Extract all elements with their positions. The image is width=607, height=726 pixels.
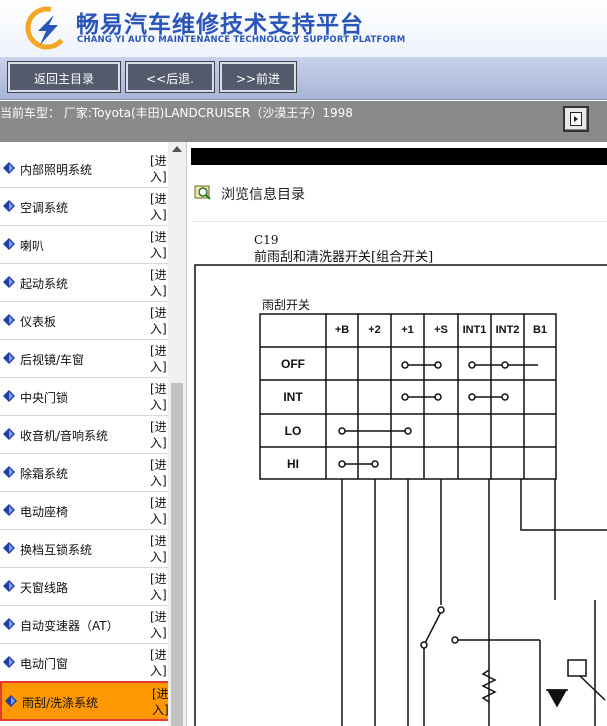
table-row-label: OFF bbox=[281, 357, 305, 371]
table-column-header: +S bbox=[434, 324, 448, 336]
sidebar-item[interactable]: 换档互锁系统 [进入] bbox=[0, 530, 168, 568]
sidebar-item[interactable]: 后视镜/车窗 [进入] bbox=[0, 340, 168, 378]
sidebar-item-label: 电动门窗 bbox=[20, 657, 69, 671]
arrow-right-icon bbox=[574, 116, 578, 122]
table-row-label: LO bbox=[284, 424, 302, 438]
sidebar-item[interactable]: 空调系统 [进入] bbox=[0, 188, 168, 226]
sidebar-item[interactable]: 收音机/音响系统 [进入] bbox=[0, 416, 168, 454]
sidebar-item[interactable]: 自动变速器（AT） [进入] bbox=[0, 606, 168, 644]
enter-link[interactable]: [进入] bbox=[150, 229, 168, 261]
enter-link[interactable]: [进入] bbox=[150, 419, 168, 451]
browse-folder-icon bbox=[194, 185, 211, 200]
sidebar-item-label: 内部照明系统 bbox=[20, 163, 93, 177]
scrollbar-thumb[interactable] bbox=[171, 383, 183, 726]
toolbar: 返回主目录 <<后退. >>前进 bbox=[0, 58, 607, 100]
sidebar-item-label: 空调系统 bbox=[20, 201, 69, 215]
back-button[interactable]: <<后退. bbox=[125, 61, 215, 93]
diamond-arrow-icon bbox=[3, 656, 15, 668]
enter-link[interactable]: [进入] bbox=[150, 153, 168, 185]
divider bbox=[191, 221, 607, 222]
sidebar-item-label: 天窗线路 bbox=[20, 581, 69, 595]
diamond-arrow-icon bbox=[3, 390, 15, 402]
brand-title: 畅易汽车维修技术支持平台 bbox=[76, 12, 364, 38]
sidebar-item[interactable]: 起动系统 [进入] bbox=[0, 264, 168, 302]
enter-link[interactable]: [进入] bbox=[150, 571, 168, 603]
brand-subtitle: CHANG YI AUTO MAINTENANCE TECHNOLOGY SUP… bbox=[77, 35, 406, 45]
enter-link[interactable]: [进入] bbox=[150, 343, 168, 375]
enter-link[interactable]: [进入] bbox=[150, 495, 168, 527]
switch-name: 前雨刮和清洗器开关[组合开关] bbox=[254, 250, 434, 265]
browse-title: 浏览信息目录 bbox=[221, 187, 305, 203]
enter-link[interactable]: [进入] bbox=[150, 267, 168, 299]
diamond-arrow-icon bbox=[3, 314, 15, 326]
enter-link[interactable]: [进入] bbox=[150, 305, 168, 337]
enter-link[interactable]: [进入] bbox=[150, 533, 168, 565]
diamond-arrow-icon bbox=[3, 580, 15, 592]
app-header: 畅易汽车维修技术支持平台 CHANG YI AUTO MAINTENANCE T… bbox=[0, 0, 607, 58]
sidebar-item[interactable]: 电动门窗 [进入] bbox=[0, 644, 168, 682]
diamond-arrow-icon bbox=[3, 276, 15, 288]
table-column-header: INT2 bbox=[495, 324, 520, 336]
diamond-arrow-icon bbox=[3, 466, 15, 478]
sidebar-item-label: 除霜系统 bbox=[20, 467, 69, 481]
diamond-arrow-icon bbox=[3, 162, 15, 174]
sidebar-item-label: 换档互锁系统 bbox=[20, 543, 93, 557]
sidebar-item-label: 自动变速器（AT） bbox=[20, 619, 119, 633]
diamond-arrow-icon bbox=[5, 695, 17, 707]
table-column-header: +1 bbox=[401, 324, 414, 336]
table-row-label: HI bbox=[287, 457, 299, 471]
scroll-up-icon[interactable] bbox=[172, 146, 182, 152]
panel-toggle-button[interactable] bbox=[563, 106, 589, 132]
table-column-header: +B bbox=[334, 324, 350, 336]
sidebar-item[interactable]: 中央门锁 [进入] bbox=[0, 378, 168, 416]
diamond-arrow-icon bbox=[3, 504, 15, 516]
table-row-label: INT bbox=[283, 390, 303, 404]
sidebar-item-label: 仪表板 bbox=[20, 315, 57, 329]
table-column-header: +2 bbox=[368, 324, 381, 336]
sidebar-item[interactable]: 雨刮/洗涤系统 [进入] bbox=[0, 681, 178, 721]
sidebar-item[interactable]: 仪表板 [进入] bbox=[0, 302, 168, 340]
enter-link[interactable]: [进入] bbox=[150, 609, 168, 641]
enter-link[interactable]: [进入] bbox=[150, 381, 168, 413]
sidebar-item[interactable]: 喇叭 [进入] bbox=[0, 226, 168, 264]
cy-logo-icon bbox=[25, 6, 69, 50]
enter-link[interactable]: [进入] bbox=[150, 191, 168, 223]
sidebar-item[interactable]: 电动座椅 [进入] bbox=[0, 492, 168, 530]
table-column-header: B1 bbox=[532, 324, 548, 336]
sidebar-item[interactable]: 除霜系统 [进入] bbox=[0, 454, 168, 492]
sidebar-item-label: 雨刮/洗涤系统 bbox=[22, 696, 99, 710]
diamond-arrow-icon bbox=[3, 200, 15, 212]
home-button[interactable]: 返回主目录 bbox=[7, 61, 121, 93]
enter-link[interactable]: [进入] bbox=[150, 457, 168, 489]
sidebar-item-label: 后视镜/车窗 bbox=[20, 353, 85, 367]
diamond-arrow-icon bbox=[3, 352, 15, 364]
table-column-header: INT1 bbox=[462, 324, 487, 336]
sidebar-item[interactable]: 内部照明系统 [进入] bbox=[0, 150, 168, 188]
forward-button[interactable]: >>前进 bbox=[219, 61, 297, 93]
sidebar-item-label: 中央门锁 bbox=[20, 391, 69, 405]
diamond-arrow-icon bbox=[3, 542, 15, 554]
diamond-arrow-icon bbox=[3, 238, 15, 250]
connector-code: C19 bbox=[254, 233, 279, 247]
sidebar-item[interactable]: 天窗线路 [进入] bbox=[0, 568, 168, 606]
sidebar-item-label: 电动座椅 bbox=[20, 505, 69, 519]
wiring-diagram bbox=[194, 264, 607, 726]
diamond-arrow-icon bbox=[3, 428, 15, 440]
sidebar-item-label: 收音机/音响系统 bbox=[20, 429, 109, 443]
diamond-arrow-icon bbox=[3, 618, 15, 630]
wiper-switch-label: 雨刮开关 bbox=[262, 298, 311, 312]
sidebar-item-label: 喇叭 bbox=[20, 239, 45, 253]
status-bar: 当前车型： 厂家:Toyota(丰田)LANDCRUISER（沙漠王子）1998 bbox=[0, 101, 607, 142]
enter-link[interactable]: [进入] bbox=[150, 647, 168, 679]
sidebar-item-label: 起动系统 bbox=[20, 277, 69, 291]
content-header-bar bbox=[191, 148, 607, 165]
current-model-text: 当前车型： 厂家:Toyota(丰田)LANDCRUISER（沙漠王子）1998 bbox=[0, 106, 353, 120]
